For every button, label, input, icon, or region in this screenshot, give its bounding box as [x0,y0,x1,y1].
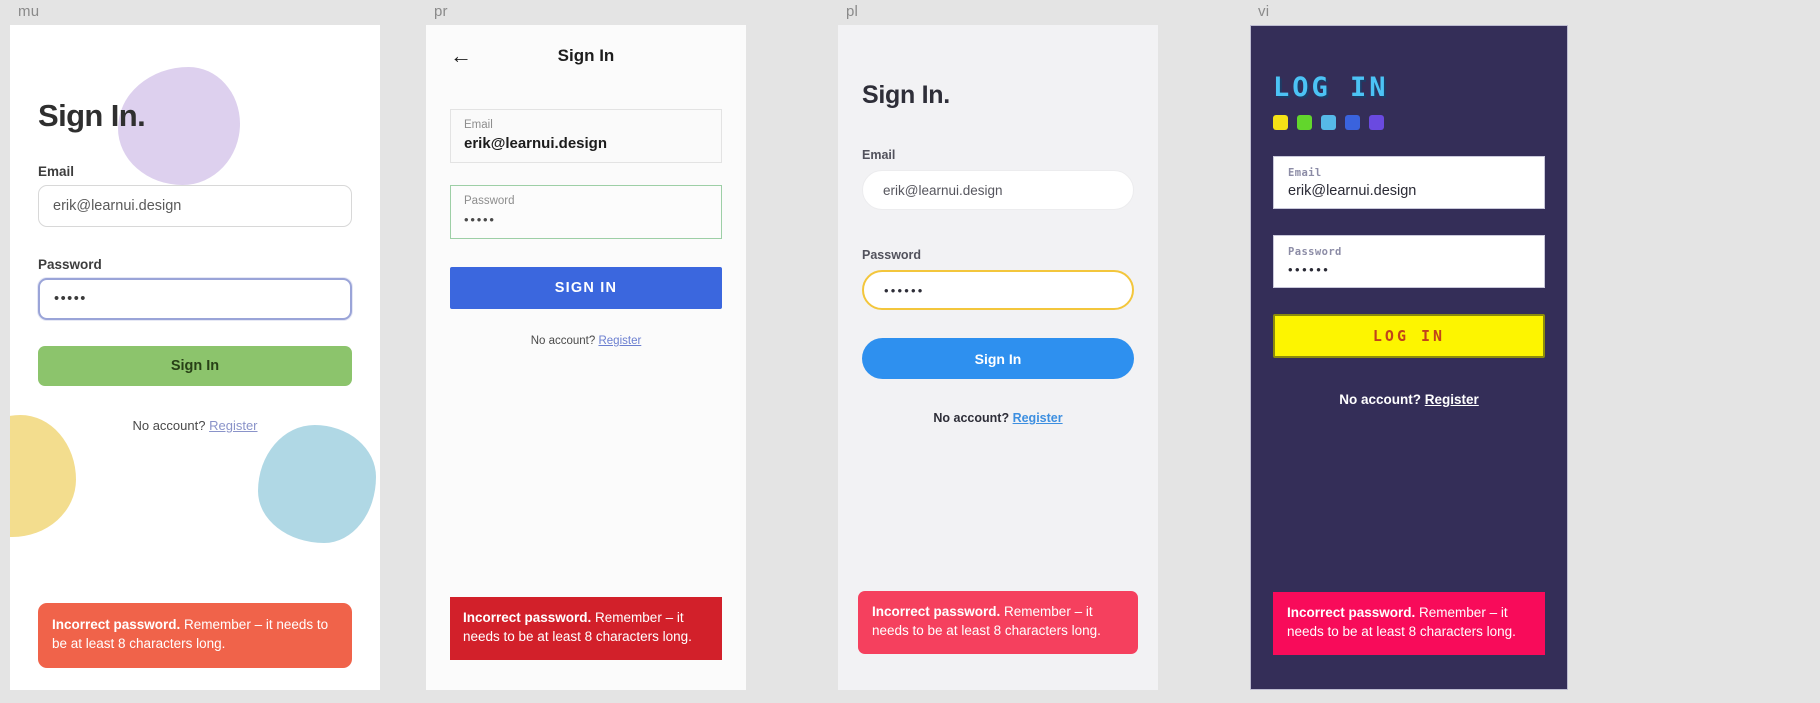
sign-in-button[interactable]: Sign In [38,346,352,386]
email-value: erik@learnui.design [1288,183,1417,199]
email-input[interactable]: erik@learnui.design [38,185,352,227]
password-label: Password [862,248,922,262]
panel-label-pl: pl [846,3,859,20]
password-input[interactable]: Password ••••• [450,185,722,239]
register-link[interactable]: Register [1425,392,1479,407]
swatch-cyan-icon [1321,115,1336,130]
swatch-green-icon [1297,115,1312,130]
error-bold-text: Incorrect password. [1287,604,1416,620]
email-label: Email [1288,167,1322,179]
register-prompt: No account? Register [450,335,722,347]
password-value: ••••• [464,212,496,227]
email-label: Email [464,119,493,131]
password-label: Password [1288,246,1342,258]
email-input[interactable]: Email erik@learnui.design [1273,156,1545,209]
swatch-yellow-icon [1273,115,1288,130]
password-label: Password [464,195,515,207]
register-link[interactable]: Register [209,418,257,433]
email-value: erik@learnui.design [464,135,608,152]
page-title: Sign In. [38,98,146,133]
decorative-blob-blue-icon [258,425,376,543]
error-bold-text: Incorrect password. [463,609,592,625]
panel-pl: pl Sign In. Email erik@learnui.design Pa… [830,0,1242,703]
app-bar: ← Sign In [450,25,722,87]
login-screen-vi: LOG IN Email erik@learnui.design Passwor… [1250,25,1568,690]
swatch-blue-icon [1345,115,1360,130]
sign-in-button[interactable]: SIGN IN [450,267,722,309]
signin-screen-pl: Sign In. Email erik@learnui.design Passw… [838,25,1158,690]
register-prompt: No account? Register [1273,392,1545,407]
pixel-swatch-row [1273,115,1545,130]
register-prompt: No account? Register [38,418,352,433]
panel-vi: vi LOG IN Email erik@learnui.design Pass… [1242,0,1662,703]
email-label: Email [862,148,896,162]
decorative-blob-yellow-icon [10,415,76,537]
error-bold-text: Incorrect password. [52,616,181,632]
password-input[interactable]: ••••• [38,278,352,320]
error-banner: Incorrect password. Remember – it needs … [38,602,352,668]
email-input[interactable]: Email erik@learnui.design [450,109,722,163]
panel-label-mu: mu [18,3,40,20]
signin-screen-pr: ← Sign In Email erik@learnui.design Pass… [426,25,746,690]
error-banner: Incorrect password. Remember – it needs … [858,590,1138,654]
register-link[interactable]: Register [598,335,641,347]
register-prompt: No account? Register [862,411,1134,425]
panel-label-vi: vi [1258,3,1270,20]
no-account-text: No account? [530,335,596,347]
no-account-text: No account? [933,411,1010,425]
page-title: Sign In [557,46,615,65]
password-input[interactable]: •••••• [862,270,1134,310]
no-account-text: No account? [132,418,206,433]
panel-label-pr: pr [434,3,448,20]
no-account-text: No account? [1339,392,1421,407]
password-input[interactable]: Password •••••• [1273,235,1545,288]
swatch-purple-icon [1369,115,1384,130]
password-label: Password [38,257,102,272]
sign-in-button[interactable]: Sign In [862,338,1134,379]
register-link[interactable]: Register [1013,411,1063,425]
email-input[interactable]: erik@learnui.design [862,170,1134,210]
page-title: Sign In. [862,81,950,109]
log-in-button[interactable]: LOG IN [1273,314,1545,358]
error-banner: Incorrect password. Remember – it needs … [450,596,722,660]
password-value: •••••• [1288,262,1331,277]
error-bold-text: Incorrect password. [872,603,1001,619]
panel-mu: mu Sign In. Email erik@learnui.design Pa… [0,0,418,703]
email-label: Email [38,164,75,179]
page-title: LOG IN [1273,72,1389,103]
panel-pr: pr ← Sign In Email erik@learnui.design P… [418,0,830,703]
signin-screen-mu: Sign In. Email erik@learnui.design Passw… [10,25,380,690]
error-banner: Incorrect password. Remember – it needs … [1273,591,1545,655]
design-comparison-board: mu Sign In. Email erik@learnui.design Pa… [0,0,1820,703]
